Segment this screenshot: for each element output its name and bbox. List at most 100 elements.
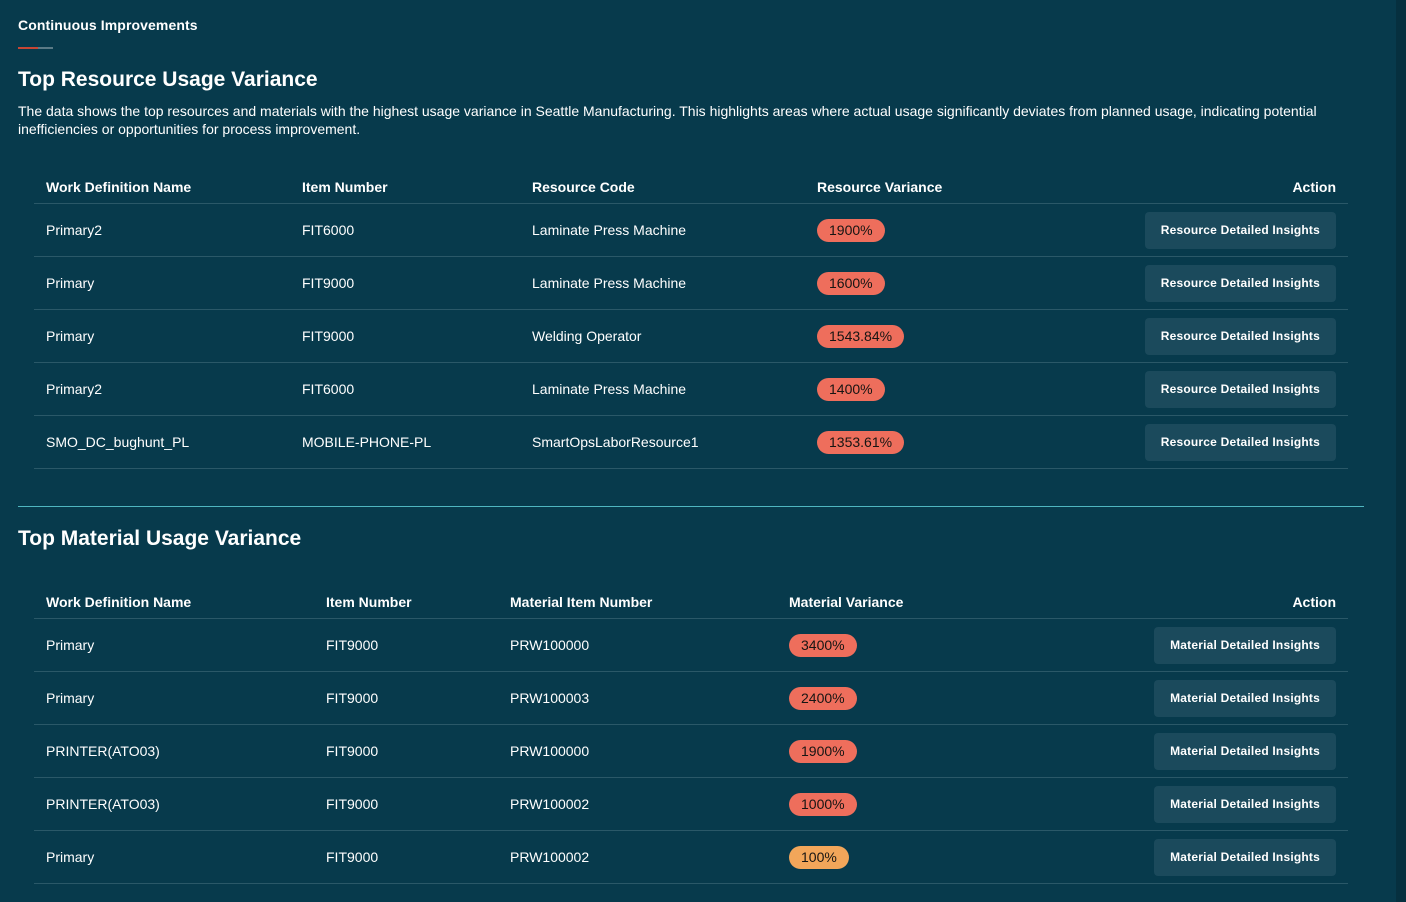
action-cell: Material Detailed Insights: [1142, 679, 1348, 717]
col-header-item-number: Item Number: [302, 178, 388, 195]
variance-cell: 1900%: [777, 739, 977, 763]
variance-cell: 3400%: [777, 633, 977, 657]
item-number-cell: FIT9000: [326, 796, 379, 812]
work-definition-cell: Primary: [46, 637, 95, 653]
col-header-resource-variance: Resource Variance: [817, 178, 943, 195]
material-detailed-insights-button[interactable]: Material Detailed Insights: [1154, 838, 1336, 876]
page: Continuous Improvements Top Resource Usa…: [0, 0, 1406, 902]
work-definition-cell: Primary: [46, 275, 95, 291]
material-item-number-cell: PRW100000: [510, 637, 590, 653]
col-header-material-item-number: Material Item Number: [510, 593, 653, 610]
table-row: PRINTER(ATO03) FIT9000 PRW100002 1000% Mater…: [34, 778, 1348, 831]
resource-detailed-insights-button[interactable]: Resource Detailed Insights: [1144, 317, 1336, 355]
action-cell: Resource Detailed Insights: [1133, 317, 1348, 355]
variance-badge: 1000%: [789, 792, 857, 816]
item-number-cell: FIT9000: [302, 328, 355, 344]
resource-detailed-insights-button[interactable]: Resource Detailed Insights: [1144, 211, 1336, 249]
resource-code-cell: Laminate Press Machine: [532, 222, 687, 238]
material-item-number-cell: PRW100000: [510, 743, 590, 759]
material-variance-table: Work Definition Name Item Number Materia…: [34, 585, 1348, 884]
resource-detailed-insights-button[interactable]: Resource Detailed Insights: [1144, 370, 1336, 408]
variance-badge: 1353.61%: [817, 430, 905, 454]
variance-badge: 2400%: [789, 686, 857, 710]
scrollbar[interactable]: [1396, 0, 1406, 902]
action-cell: Resource Detailed Insights: [1133, 370, 1348, 408]
material-item-number-cell: PRW100002: [510, 849, 590, 865]
material-detailed-insights-button[interactable]: Material Detailed Insights: [1154, 679, 1336, 717]
variance-badge: 1543.84%: [817, 324, 905, 348]
action-cell: Resource Detailed Insights: [1133, 264, 1348, 302]
work-definition-cell: PRINTER(ATO03): [46, 796, 160, 812]
variance-cell: 1400%: [805, 377, 1005, 401]
variance-cell: 1353.61%: [805, 430, 1005, 454]
material-item-number-cell: PRW100002: [510, 796, 590, 812]
col-header-action: Action: [1292, 593, 1336, 610]
resource-detailed-insights-button[interactable]: Resource Detailed Insights: [1144, 423, 1336, 461]
resource-code-cell: Laminate Press Machine: [532, 381, 687, 397]
work-definition-cell: Primary: [46, 849, 95, 865]
variance-badge: 3400%: [789, 633, 857, 657]
item-number-cell: FIT9000: [326, 690, 379, 706]
col-header-item-number: Item Number: [326, 593, 412, 610]
variance-cell: 2400%: [777, 686, 977, 710]
work-definition-cell: Primary2: [46, 222, 103, 238]
action-cell: Material Detailed Insights: [1142, 785, 1348, 823]
table-row: Primary FIT9000 Laminate Press Machine 1600…: [34, 257, 1348, 310]
resource-table-header: Work Definition Name Item Number Resourc…: [34, 170, 1348, 204]
work-definition-cell: SMO_DC_bughunt_PL: [46, 434, 190, 450]
action-cell: Material Detailed Insights: [1142, 838, 1348, 876]
action-cell: Resource Detailed Insights: [1133, 423, 1348, 461]
resource-section-description: The data shows the top resources and mat…: [18, 103, 1317, 137]
material-detailed-insights-button[interactable]: Material Detailed Insights: [1154, 626, 1336, 664]
material-detailed-insights-button[interactable]: Material Detailed Insights: [1154, 785, 1336, 823]
resource-code-cell: SmartOpsLaborResource1: [532, 434, 699, 450]
item-number-cell: MOBILE-PHONE-PL: [302, 434, 432, 450]
item-number-cell: FIT9000: [302, 275, 355, 291]
table-row: Primary2 FIT6000 Laminate Press Machine 140…: [34, 363, 1348, 416]
item-number-cell: FIT6000: [302, 381, 355, 397]
col-header-action: Action: [1292, 178, 1336, 195]
col-header-work-definition: Work Definition Name: [46, 593, 192, 610]
table-row: PRINTER(ATO03) FIT9000 PRW100000 1900% Mater…: [34, 725, 1348, 778]
variance-badge: 1900%: [789, 739, 857, 763]
resource-variance-table: Work Definition Name Item Number Resourc…: [34, 170, 1348, 469]
variance-cell: 1600%: [805, 271, 1005, 295]
resource-code-cell: Laminate Press Machine: [532, 275, 687, 291]
action-cell: Resource Detailed Insights: [1133, 211, 1348, 249]
item-number-cell: FIT6000: [302, 222, 355, 238]
item-number-cell: FIT9000: [326, 637, 379, 653]
material-table-header: Work Definition Name Item Number Materia…: [34, 585, 1348, 619]
col-header-material-variance: Material Variance: [789, 593, 904, 610]
item-number-cell: FIT9000: [326, 743, 379, 759]
table-row: Primary FIT9000 PRW100002 100% Material Deta…: [34, 831, 1348, 884]
variance-cell: 1000%: [777, 792, 977, 816]
work-definition-cell: Primary: [46, 690, 95, 706]
variance-badge: 1900%: [817, 218, 885, 242]
action-cell: Material Detailed Insights: [1142, 732, 1348, 770]
col-header-resource-code: Resource Code: [532, 178, 635, 195]
table-row: Primary FIT9000 Welding Operator 1543.84% Re…: [34, 310, 1348, 363]
table-row: Primary FIT9000 PRW100000 3400% Material Det…: [34, 619, 1348, 672]
variance-badge: 100%: [789, 845, 849, 869]
work-definition-cell: Primary2: [46, 381, 103, 397]
resource-table-body: Primary2 FIT6000 Laminate Press Machine 190…: [34, 204, 1348, 469]
section-divider: [18, 506, 1364, 507]
resource-detailed-insights-button[interactable]: Resource Detailed Insights: [1144, 264, 1336, 302]
resource-code-cell: Welding Operator: [532, 328, 642, 344]
work-definition-cell: PRINTER(ATO03): [46, 743, 160, 759]
variance-cell: 100%: [777, 845, 977, 869]
work-definition-cell: Primary: [46, 328, 95, 344]
col-header-work-definition: Work Definition Name: [46, 178, 192, 195]
variance-cell: 1900%: [805, 218, 1005, 242]
item-number-cell: FIT9000: [326, 849, 379, 865]
table-row: Primary FIT9000 PRW100003 2400% Material Det…: [34, 672, 1348, 725]
material-detailed-insights-button[interactable]: Material Detailed Insights: [1154, 732, 1336, 770]
material-section-title: Top Material Usage Variance: [18, 527, 302, 550]
variance-badge: 1600%: [817, 271, 885, 295]
action-cell: Material Detailed Insights: [1142, 626, 1348, 664]
variance-badge: 1400%: [817, 377, 885, 401]
app-title: Continuous Improvements: [18, 17, 198, 33]
material-item-number-cell: PRW100003: [510, 690, 590, 706]
material-table-body: Primary FIT9000 PRW100000 3400% Material Det…: [34, 619, 1348, 884]
variance-cell: 1543.84%: [805, 324, 1005, 348]
